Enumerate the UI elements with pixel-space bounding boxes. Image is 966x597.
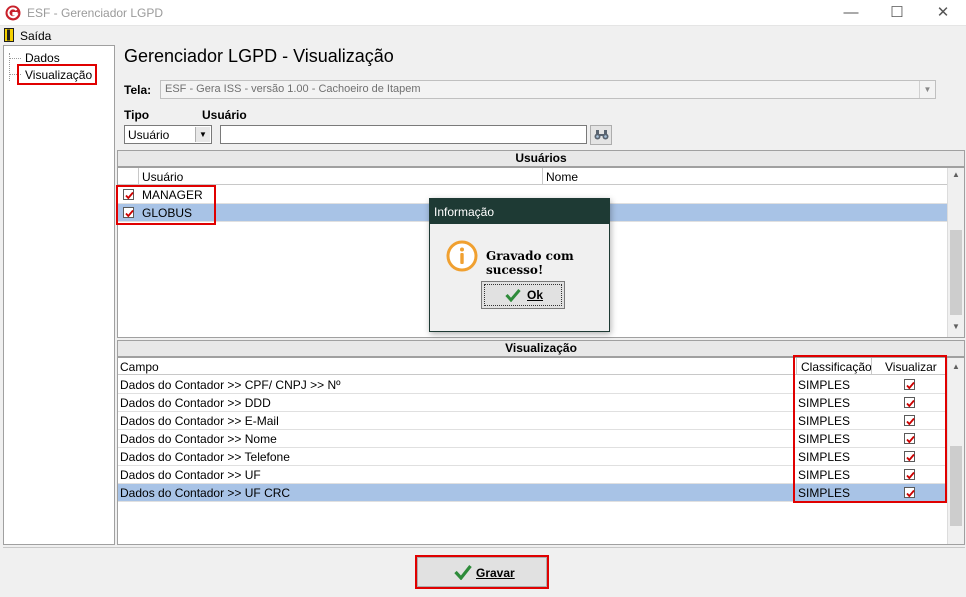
tela-select[interactable]: ESF - Gera ISS - versão 1.00 - Cachoeiro… — [160, 80, 936, 99]
scroll-up-icon[interactable]: ▲ — [948, 170, 964, 179]
check-icon — [454, 565, 472, 580]
users-checkbox-highlight — [116, 185, 216, 225]
save-button[interactable]: Gravar — [417, 557, 547, 587]
navigation-tree: Dados Visualização — [3, 45, 115, 545]
campo-cell: Dados do Contador >> Nome — [120, 432, 277, 446]
save-label: Gravar — [476, 566, 515, 580]
window-title: ESF - Gerenciador LGPD — [27, 6, 164, 20]
info-icon — [446, 240, 478, 272]
ok-button[interactable]: Ok — [481, 281, 565, 309]
view-scrollbar[interactable]: ▲ — [947, 358, 964, 544]
dialog-title: Informação — [434, 205, 495, 219]
campo-cell: Dados do Contador >> UF — [120, 468, 261, 482]
column-header-campo[interactable]: Campo — [120, 360, 159, 374]
campo-cell: Dados do Contador >> E-Mail — [120, 414, 279, 428]
ok-label: Ok — [527, 288, 544, 302]
tree-item-visualizacao[interactable]: Visualização — [25, 68, 92, 82]
campo-cell: Dados do Contador >> DDD — [120, 396, 271, 410]
usuario-input[interactable] — [220, 125, 587, 144]
close-button[interactable]: ✕ — [920, 0, 966, 26]
campo-cell: Dados do Contador >> CPF/ CNPJ >> Nº — [120, 378, 341, 392]
tela-value: ESF - Gera ISS - versão 1.00 - Cachoeiro… — [165, 83, 421, 95]
minimize-button[interactable]: — — [828, 0, 874, 26]
campo-cell: Dados do Contador >> UF CRC — [120, 486, 291, 500]
dialog-title-bar: Informação — [430, 199, 609, 224]
chevron-down-icon[interactable]: ▼ — [919, 81, 935, 98]
tipo-label: Tipo — [124, 108, 150, 122]
menu-exit[interactable]: Saída — [20, 29, 51, 43]
scroll-thumb[interactable] — [950, 446, 962, 526]
ok-button-focus: Ok — [484, 284, 562, 306]
scroll-down-icon[interactable]: ▼ — [948, 322, 964, 331]
column-header-usuario[interactable]: Usuário — [142, 170, 183, 184]
users-grid-header: Usuário Nome — [118, 168, 947, 185]
page-title: Gerenciador LGPD - Visualização — [124, 46, 394, 66]
search-button[interactable] — [590, 125, 612, 145]
check-icon — [505, 289, 521, 302]
dialog-message: Gravado com sucesso! — [486, 249, 574, 277]
scroll-up-icon[interactable]: ▲ — [948, 362, 964, 371]
app-logo-icon — [5, 5, 21, 21]
users-scrollbar[interactable]: ▲ ▼ — [947, 168, 964, 337]
column-header-nome[interactable]: Nome — [546, 170, 578, 184]
view-columns-highlight — [793, 355, 947, 503]
exit-door-icon — [4, 28, 14, 42]
scroll-thumb[interactable] — [950, 230, 962, 315]
tree-connector-line — [9, 58, 21, 59]
column-divider — [138, 168, 139, 185]
users-panel-title: Usuários — [117, 150, 965, 167]
binoculars-icon — [594, 130, 609, 140]
tipo-value: Usuário — [128, 128, 170, 142]
tela-label: Tela: — [124, 83, 152, 97]
campo-cell: Dados do Contador >> Telefone — [120, 450, 290, 464]
maximize-button[interactable]: ☐ — [874, 0, 920, 26]
tree-item-dados[interactable]: Dados — [25, 51, 60, 65]
chevron-down-icon[interactable]: ▼ — [195, 127, 210, 142]
tipo-select[interactable]: Usuário ▼ — [124, 125, 212, 144]
info-dialog: Informação Gravado com sucesso! Ok — [429, 198, 610, 332]
menu-bar — [0, 26, 966, 45]
column-divider — [542, 168, 543, 185]
usuario-label: Usuário — [202, 108, 247, 122]
